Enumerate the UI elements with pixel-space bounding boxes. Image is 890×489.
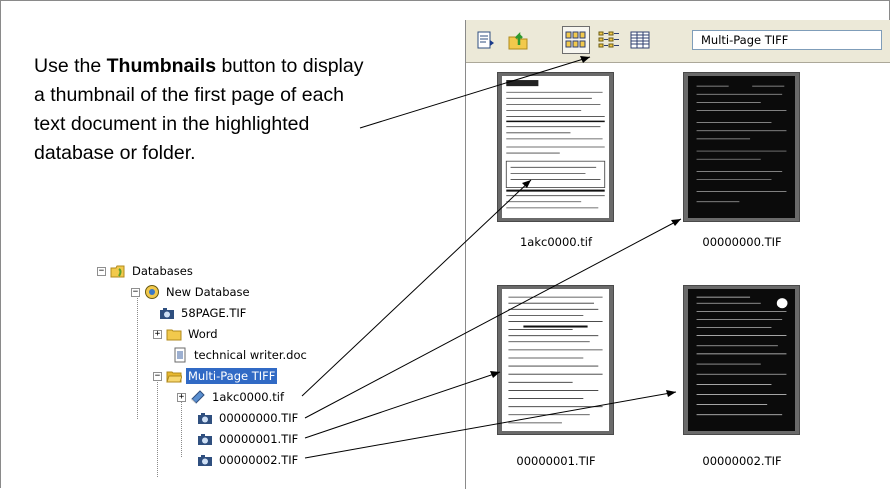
callout-line-thumbnails bbox=[359, 56, 591, 129]
arrowhead bbox=[490, 371, 500, 378]
callout-line-00000000 bbox=[304, 218, 682, 419]
arrowhead bbox=[666, 390, 676, 397]
arrowhead bbox=[580, 56, 590, 63]
arrowhead bbox=[671, 219, 681, 226]
callout-line-1akc0000 bbox=[301, 179, 532, 397]
callout-line-00000002 bbox=[304, 391, 677, 459]
callout-lines bbox=[301, 56, 682, 459]
